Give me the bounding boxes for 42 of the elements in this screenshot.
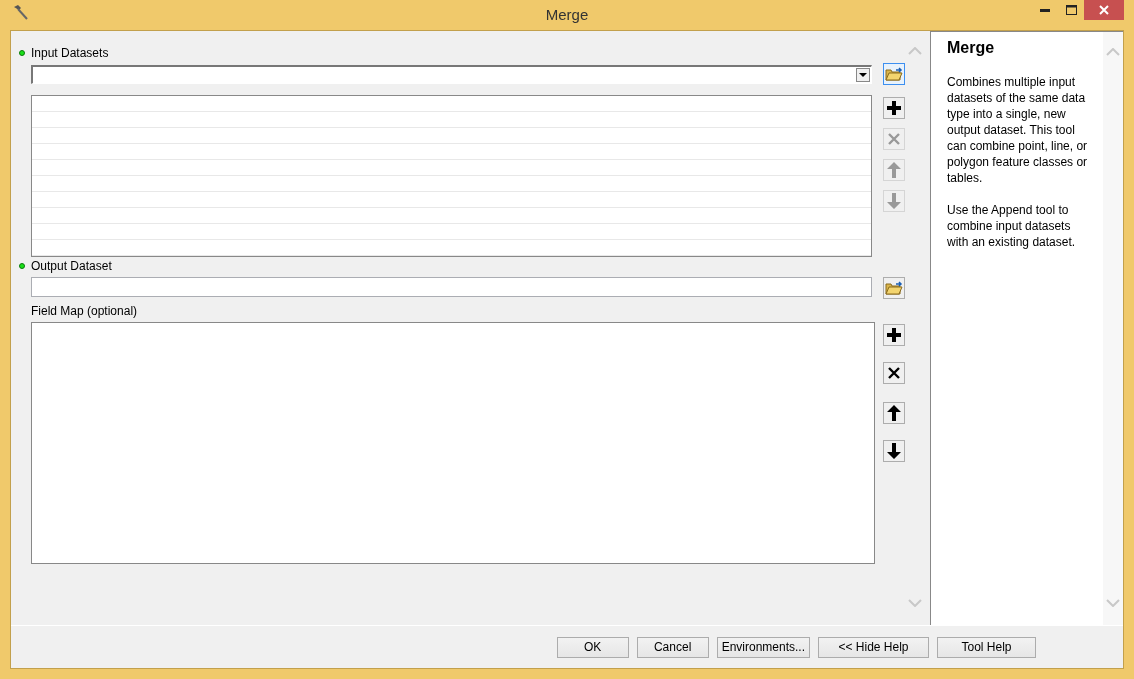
scroll-down-icon[interactable] [1106, 599, 1120, 607]
help-title: Merge [947, 40, 996, 56]
browse-button[interactable] [883, 63, 906, 85]
dataset-dropdown[interactable] [31, 64, 873, 84]
folder-icon [885, 66, 904, 82]
maximize-icon [1065, 5, 1077, 15]
help-paragraph: Use the Append tool to combine input datasets with an existing dataset. [947, 202, 1077, 250]
window-title: Merge [545, 6, 589, 23]
browse-button[interactable] [883, 277, 906, 299]
up-arrow-icon [887, 405, 902, 421]
tool-help-button[interactable]: Tool Help [937, 636, 1036, 658]
ok-button[interactable]: OK [556, 636, 629, 658]
close-button[interactable] [1084, 0, 1124, 20]
cancel-button[interactable]: Cancel [636, 636, 709, 658]
scroll-down-icon[interactable] [908, 599, 923, 607]
plus-icon [887, 328, 902, 342]
close-icon [1099, 5, 1109, 15]
environments-button[interactable]: Environments... [716, 636, 810, 658]
caret-icon [856, 67, 871, 82]
scroll-up-icon[interactable] [1106, 48, 1120, 56]
minimize-icon [1040, 8, 1050, 12]
move-up-button[interactable] [883, 402, 906, 424]
parameter-label: Field Map (optional) [31, 304, 138, 318]
folder-icon [885, 280, 904, 296]
help-paragraph: Combines multiple input datasets of the same data type into a single, new output dataset. This tool can combine point, line, or polygon feature classes or tables. [947, 74, 1089, 186]
add-button[interactable] [883, 97, 906, 119]
help-scrollbar[interactable] [1103, 32, 1123, 625]
parameter-label: Input Datasets [31, 46, 109, 60]
close-icon [888, 133, 901, 145]
down-arrow-icon [887, 193, 902, 209]
up-arrow-icon [887, 162, 902, 178]
close-icon [888, 367, 901, 379]
remove-button[interactable] [883, 362, 906, 384]
output-dataset-field[interactable] [31, 277, 873, 297]
move-down-button[interactable] [883, 440, 906, 462]
down-arrow-icon [887, 443, 902, 459]
hide-help-button[interactable]: << Hide Help [818, 636, 929, 658]
add-button[interactable] [883, 324, 906, 346]
plus-icon [887, 101, 902, 115]
scroll-up-icon[interactable] [908, 47, 923, 55]
field-map-box[interactable] [31, 322, 876, 564]
parameter-label: Output Dataset [31, 259, 112, 273]
